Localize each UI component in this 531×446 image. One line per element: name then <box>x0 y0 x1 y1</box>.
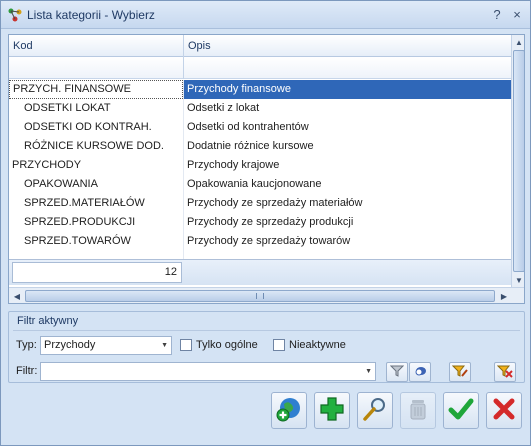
category-list-window: Lista kategorii - Wybierz ? × Kod Opis P… <box>0 0 531 446</box>
cell-kod[interactable]: SPRZED.PRODUKCJI <box>9 213 183 232</box>
apply-filter-button[interactable] <box>386 362 408 382</box>
vertical-scroll-thumb[interactable] <box>513 50 524 272</box>
only-general-label[interactable]: Tylko ogólne <box>196 339 258 351</box>
inactive-checkbox[interactable] <box>273 339 285 351</box>
table-row[interactable]: PRZYCH. FINANSOWE Przychody finansowe <box>9 80 511 99</box>
cell-kod[interactable]: ODSETKI OD KONTRAH. <box>9 118 183 137</box>
cell-opis[interactable]: Przychody ze sprzedaży towarów <box>184 232 511 251</box>
grid-rows: PRZYCH. FINANSOWE Przychody finansowe OD… <box>9 80 511 251</box>
scroll-left-icon[interactable]: ◀ <box>10 289 24 303</box>
filter-input[interactable]: ▼ <box>40 362 376 381</box>
cell-kod[interactable]: PRZYCHODY <box>9 156 183 175</box>
title-bar: Lista kategorii - Wybierz ? × <box>1 1 530 29</box>
cell-opis[interactable]: Przychody finansowe <box>184 80 511 99</box>
horizontal-scroll-thumb[interactable] <box>25 290 495 302</box>
table-row[interactable]: SPRZED.TOWARÓW Przychody ze sprzedaży to… <box>9 232 511 251</box>
confirm-button[interactable] <box>443 392 479 429</box>
add-button[interactable] <box>314 392 350 429</box>
grid-filter-row[interactable] <box>9 57 511 79</box>
cell-kod[interactable]: ODSETKI LOKAT <box>9 99 183 118</box>
table-row[interactable]: SPRZED.PRODUKCJI Przychody ze sprzedaży … <box>9 213 511 232</box>
grid-header: Kod Opis <box>9 35 511 57</box>
close-window-button[interactable]: × <box>508 6 526 23</box>
cell-kod[interactable]: PRZYCH. FINANSOWE <box>9 80 183 99</box>
cell-kod[interactable]: RÓŻNICE KURSOWE DOD. <box>9 137 183 156</box>
cell-opis[interactable]: Opakowania kaucjonowane <box>184 175 511 194</box>
x-icon <box>491 396 517 425</box>
grid-footer: 12 <box>9 259 511 285</box>
magnifier-icon <box>362 396 388 425</box>
clear-filter-button[interactable] <box>409 362 431 382</box>
cell-opis[interactable]: Przychody ze sprzedaży materiałów <box>184 194 511 213</box>
delete-filter-button[interactable] <box>494 362 516 382</box>
table-row[interactable]: RÓŻNICE KURSOWE DOD. Dodatnie różnice ku… <box>9 137 511 156</box>
typ-select[interactable]: Przychody ▼ <box>40 336 172 355</box>
table-row[interactable]: SPRZED.MATERIAŁÓW Przychody ze sprzedaży… <box>9 194 511 213</box>
cell-kod[interactable]: SPRZED.TOWARÓW <box>9 232 183 251</box>
cell-opis[interactable]: Przychody ze sprzedaży produkcji <box>184 213 511 232</box>
chevron-down-icon[interactable]: ▼ <box>161 337 168 354</box>
cell-opis[interactable]: Dodatnie różnice kursowe <box>184 137 511 156</box>
help-button[interactable]: ? <box>488 6 506 23</box>
horizontal-scrollbar[interactable]: ◀ ▶ <box>9 287 524 303</box>
scroll-right-icon[interactable]: ▶ <box>497 289 511 303</box>
scroll-up-icon[interactable]: ▲ <box>513 35 524 49</box>
funnel-delete-icon <box>496 364 513 381</box>
edit-filter-button[interactable] <box>449 362 471 382</box>
funnel-edit-icon <box>451 364 468 381</box>
trash-icon <box>405 396 431 425</box>
delete-button[interactable] <box>400 392 436 429</box>
inactive-label[interactable]: Nieaktywne <box>289 339 346 351</box>
typ-select-value: Przychody <box>44 339 96 351</box>
cell-opis[interactable]: Odsetki z lokat <box>184 99 511 118</box>
column-header-kod[interactable]: Kod <box>9 35 184 57</box>
table-row[interactable]: PRZYCHODY Przychody krajowe <box>9 156 511 175</box>
cell-kod[interactable]: SPRZED.MATERIAŁÓW <box>9 194 183 213</box>
record-count: 12 <box>12 262 182 283</box>
scroll-down-icon[interactable]: ▼ <box>513 273 524 287</box>
checkmark-icon <box>448 396 474 425</box>
chevron-down-icon[interactable]: ▼ <box>365 363 372 380</box>
column-header-opis[interactable]: Opis <box>184 35 511 57</box>
add-from-web-button[interactable] <box>271 392 307 429</box>
cell-opis[interactable]: Odsetki od kontrahentów <box>184 118 511 137</box>
edit-button[interactable] <box>357 392 393 429</box>
typ-label: Typ: <box>16 339 37 351</box>
globe-add-icon <box>276 396 302 425</box>
funnel-icon <box>389 364 405 381</box>
table-row[interactable]: OPAKOWANIA Opakowania kaucjonowane <box>9 175 511 194</box>
only-general-checkbox[interactable] <box>180 339 192 351</box>
clear-filter-icon <box>413 364 427 381</box>
filter-label: Filtr: <box>16 365 38 377</box>
category-grid: Kod Opis PRZYCH. FINANSOWE Przychody fin… <box>8 34 525 304</box>
table-row[interactable]: ODSETKI LOKAT Odsetki z lokat <box>9 99 511 118</box>
cancel-button[interactable] <box>486 392 522 429</box>
vertical-scrollbar[interactable]: ▲ ▼ <box>511 35 524 287</box>
filter-panel-title: Filtr aktywny <box>17 315 79 327</box>
tree-categories-icon <box>7 7 23 23</box>
active-filter-panel: Filtr aktywny Typ: Przychody ▼ Tylko ogó… <box>8 311 525 383</box>
table-row[interactable]: ODSETKI OD KONTRAH. Odsetki od kontrahen… <box>9 118 511 137</box>
window-title: Lista kategorii - Wybierz <box>27 8 155 22</box>
plus-icon <box>319 396 345 425</box>
cell-opis[interactable]: Przychody krajowe <box>184 156 511 175</box>
cell-kod[interactable]: OPAKOWANIA <box>9 175 183 194</box>
